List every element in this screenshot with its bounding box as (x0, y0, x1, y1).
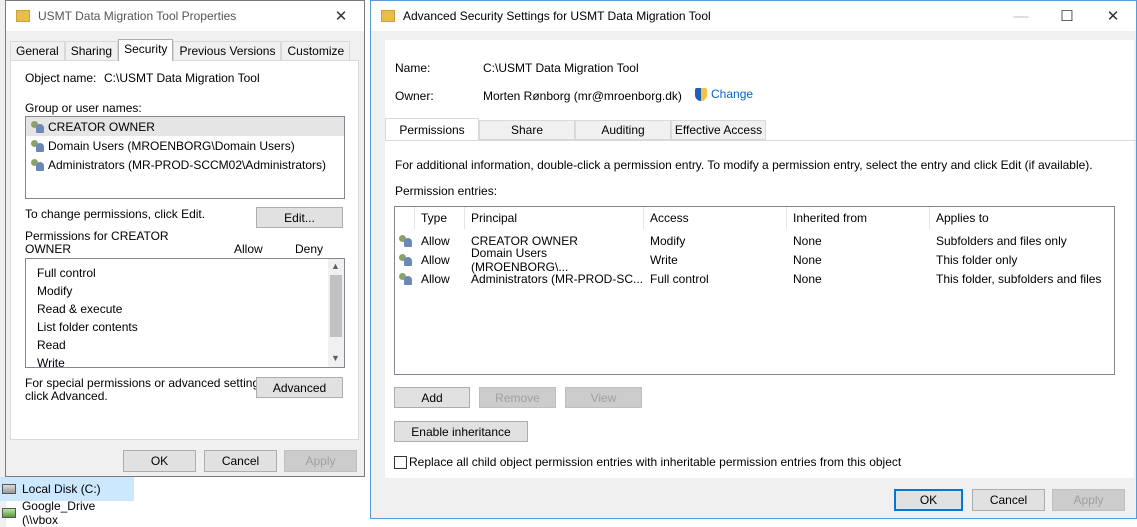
close-icon[interactable]: ✕ (318, 1, 364, 31)
group-item[interactable]: Administrators (MR-PROD-SCCM02\Administr… (26, 155, 344, 174)
user-group-icon (30, 158, 46, 172)
advanced-security-window: Advanced Security Settings for USMT Data… (370, 0, 1137, 519)
permissions-tab-panel: For additional information, double-click… (385, 140, 1136, 480)
advanced-button[interactable]: Advanced (256, 377, 343, 398)
tab-sharing[interactable]: Sharing (64, 41, 119, 61)
network-drive-icon (2, 508, 16, 518)
tab-customize[interactable]: Customize (281, 41, 351, 61)
table-row[interactable]: Allow Domain Users (MROENBORG\... Write … (395, 246, 1114, 274)
replace-child-entries-option[interactable]: Replace all child object permission entr… (394, 455, 901, 469)
scroll-down-icon[interactable]: ▼ (331, 353, 340, 363)
scrollbar-thumb[interactable] (330, 275, 342, 337)
group-listbox[interactable]: CREATOR OWNER Domain Users (MROENBORG\Do… (25, 116, 345, 199)
close-icon[interactable]: ✕ (1090, 1, 1136, 31)
apply-button[interactable]: Apply (1052, 489, 1125, 511)
permission-row: Modify (37, 284, 73, 298)
tab-auditing[interactable]: Auditing (575, 120, 671, 140)
explorer-item-local-disk[interactable]: Local Disk (C:) (0, 477, 134, 501)
change-permissions-text: To change permissions, click Edit. (25, 207, 206, 221)
remove-button[interactable]: Remove (479, 387, 556, 408)
entries-header: Type Principal Access Inherited from App… (395, 206, 1114, 229)
view-button[interactable]: View (565, 387, 642, 408)
object-name-value: C:\USMT Data Migration Tool (104, 71, 260, 85)
owner-value: Morten Rønborg (mr@mroenborg.dk) (483, 89, 682, 103)
special-permissions-text-2: click Advanced. (25, 389, 108, 403)
group-label: Group or user names: (25, 101, 142, 115)
cancel-button[interactable]: Cancel (204, 450, 277, 472)
special-permissions-text: For special permissions or advanced sett… (25, 376, 269, 390)
drive-icon (2, 484, 16, 494)
user-group-icon (30, 139, 46, 153)
properties-window: USMT Data Migration Tool Properties ✕ Ge… (5, 0, 365, 477)
tab-permissions[interactable]: Permissions (385, 118, 479, 140)
tab-previous-versions[interactable]: Previous Versions (173, 41, 282, 61)
ok-button[interactable]: OK (894, 489, 963, 511)
deny-column-header: Deny (295, 242, 324, 256)
properties-titlebar: USMT Data Migration Tool Properties ✕ (6, 1, 364, 31)
permission-row: Read & execute (37, 302, 123, 316)
user-group-icon (398, 234, 414, 248)
explorer-item-google-drive[interactable]: Google_Drive (\\vbox (0, 499, 134, 527)
cancel-button[interactable]: Cancel (972, 489, 1045, 511)
tab-share[interactable]: Share (479, 120, 575, 140)
minimize-icon[interactable]: — (998, 1, 1044, 31)
advanced-content: Name: C:\USMT Data Migration Tool Owner:… (384, 39, 1136, 480)
scroll-up-icon[interactable]: ▲ (331, 261, 340, 271)
user-group-icon (30, 120, 46, 134)
permission-entries-label: Permission entries: (395, 184, 498, 198)
info-text: For additional information, double-click… (395, 158, 1093, 172)
maximize-icon[interactable]: ☐ (1044, 1, 1090, 31)
permission-row: Full control (37, 266, 96, 280)
group-item[interactable]: Domain Users (MROENBORG\Domain Users) (26, 136, 344, 155)
object-name-label: Object name: (25, 71, 97, 85)
permissions-scrollbar[interactable]: ▲ ▼ (328, 259, 344, 367)
group-item[interactable]: CREATOR OWNER (26, 117, 344, 136)
tab-security[interactable]: Security (118, 39, 174, 61)
add-button[interactable]: Add (394, 387, 470, 408)
apply-button[interactable]: Apply (284, 450, 357, 472)
column-header-applies-to[interactable]: Applies to (930, 207, 1114, 229)
permission-row: Write (37, 356, 65, 370)
user-group-icon (398, 272, 414, 286)
owner-label: Owner: (395, 89, 434, 103)
permission-row: Read (37, 338, 66, 352)
tab-general[interactable]: General (10, 41, 65, 61)
edit-button[interactable]: Edit... (256, 207, 343, 228)
permissions-for-owner-label: OWNER (25, 242, 71, 256)
name-label: Name: (395, 61, 431, 75)
column-header-inherited-from[interactable]: Inherited from (787, 206, 930, 229)
properties-title: USMT Data Migration Tool Properties (38, 9, 237, 23)
table-row[interactable]: Allow Administrators (MR-PROD-SC... Full… (395, 269, 1114, 288)
entries-body: Allow CREATOR OWNER Modify None Subfolde… (395, 231, 1114, 288)
name-value: C:\USMT Data Migration Tool (483, 61, 639, 75)
ok-button[interactable]: OK (123, 450, 196, 472)
allow-column-header: Allow (234, 242, 263, 256)
folder-icon (381, 10, 395, 22)
tab-effective-access[interactable]: Effective Access (671, 120, 766, 140)
uac-shield-icon (695, 88, 707, 102)
permissions-listbox: Full control Modify Read & execute List … (25, 258, 345, 370)
permissions-for-label: Permissions for CREATOR (25, 229, 169, 243)
advanced-titlebar: Advanced Security Settings for USMT Data… (371, 1, 1136, 31)
replace-child-entries-label: Replace all child object permission entr… (409, 455, 902, 469)
explorer-nav-pane: Local Disk (C:) Google_Drive (\\vbox (0, 477, 134, 527)
column-header-access[interactable]: Access (644, 206, 787, 229)
advanced-title: Advanced Security Settings for USMT Data… (403, 9, 711, 23)
change-owner-link[interactable]: Change (695, 87, 753, 102)
properties-tabs: General Sharing Security Previous Versio… (10, 39, 351, 61)
enable-inheritance-button[interactable]: Enable inheritance (394, 421, 528, 442)
replace-child-entries-checkbox[interactable] (394, 455, 407, 469)
user-group-icon (398, 253, 414, 267)
column-header-type[interactable]: Type (415, 206, 465, 229)
folder-icon (16, 10, 30, 22)
security-panel: Object name: C:\USMT Data Migration Tool… (10, 60, 359, 440)
permission-entries-list[interactable]: Type Principal Access Inherited from App… (394, 206, 1115, 375)
column-header-principal[interactable]: Principal (465, 206, 644, 229)
permission-row: List folder contents (37, 320, 138, 334)
advanced-tabs: Permissions Share Auditing Effective Acc… (385, 118, 1136, 140)
